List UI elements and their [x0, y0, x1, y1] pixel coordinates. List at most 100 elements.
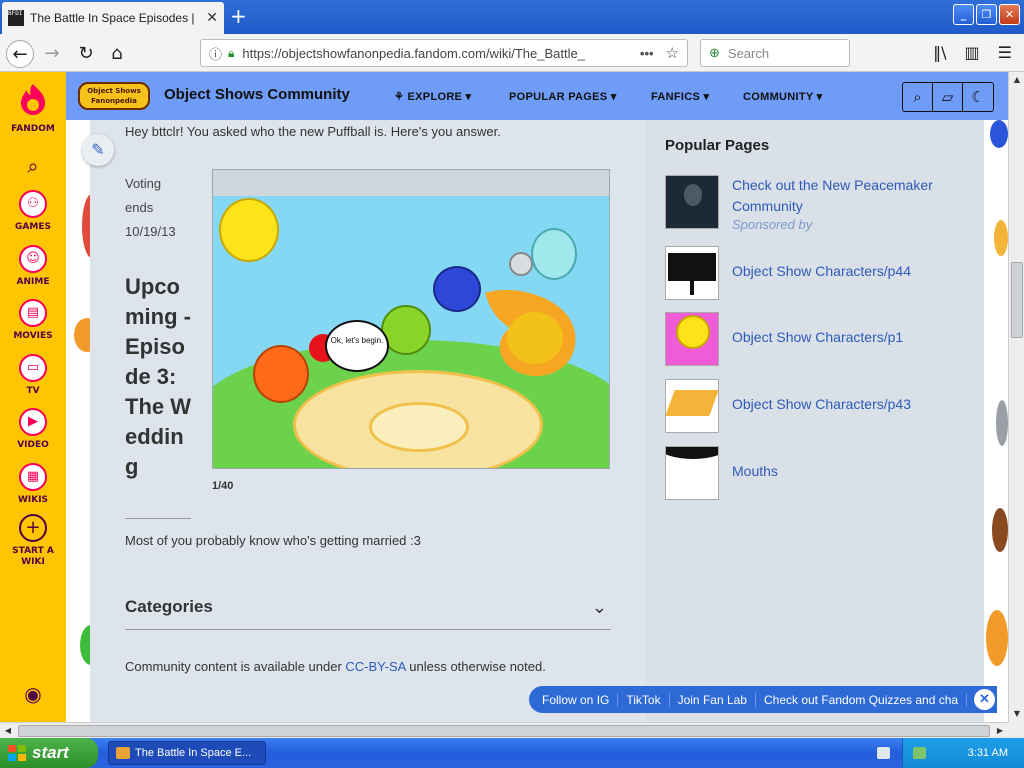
background-decoration — [994, 220, 1008, 256]
strip-link-fan-lab[interactable]: Join Fan Lab — [670, 692, 756, 707]
search-icon[interactable]: ⌕ — [903, 83, 933, 111]
menu-icon[interactable]: ☰ — [998, 43, 1012, 62]
lock-icon: 🔒︎ — [228, 45, 235, 60]
popular-page-item[interactable]: Check out the New Peacemaker Community S… — [665, 175, 975, 232]
library-icon[interactable]: ‖\ — [933, 43, 946, 62]
wiki-header: Object Shows Fanonpedia Object Shows Com… — [66, 72, 1008, 120]
popular-page-item[interactable]: Object Show Characters/p43 — [665, 379, 975, 433]
vertical-scrollbar[interactable]: ▲ ▼ — [1008, 72, 1024, 722]
popular-page-link[interactable]: Object Show Characters/p43 — [732, 394, 972, 415]
popular-page-item[interactable]: Object Show Characters/p1 — [665, 312, 975, 366]
popular-page-link[interactable]: Check out the New Peacemaker Community — [732, 175, 972, 217]
sidebar-icon[interactable]: ▥ — [965, 43, 980, 62]
forward-button[interactable]: → — [38, 40, 66, 68]
maximize-button[interactable]: ❐ — [976, 4, 997, 25]
close-strip-icon[interactable]: ✕ — [974, 689, 995, 710]
character-orange-ball — [253, 345, 309, 403]
rail-user[interactable]: ◉ — [0, 682, 66, 706]
strip-link-follow-ig[interactable]: Follow on IG — [529, 692, 619, 707]
chevron-down-icon[interactable]: ⌄ — [592, 597, 607, 618]
windows-flag-icon — [8, 745, 26, 761]
user-icon: ◉ — [24, 682, 42, 706]
tab-title: The Battle In Space Episodes | Ob — [30, 11, 198, 25]
rail-item-wikis[interactable]: ▦ WIKIS — [0, 463, 66, 506]
video-icon: ▶ — [19, 408, 47, 436]
rail-item-anime[interactable]: ☺ ANIME — [0, 245, 66, 288]
voting-line: Voting — [125, 176, 162, 191]
new-tab-button[interactable]: + — [230, 6, 247, 26]
taskbar-window-button[interactable]: The Battle In Space E... — [108, 741, 266, 765]
rail-item-games[interactable]: ⚇ GAMES — [0, 190, 66, 233]
page-actions-icon[interactable]: ••• — [640, 46, 654, 61]
url-bar[interactable]: ⓘ 🔒︎ https://objectshowfanonpedia.fandom… — [200, 39, 688, 67]
voting-info: Voting ends 10/19/13 — [125, 172, 195, 244]
rail-item-label: VIDEO — [17, 440, 49, 450]
categories-section[interactable]: Categories ⌄ — [125, 597, 611, 630]
wiki-name[interactable]: Object Shows Community — [164, 86, 350, 103]
rail-item-label: MOVIES — [13, 331, 53, 341]
strip-link-quizzes[interactable]: Check out Fandom Quizzes and cha — [756, 692, 968, 707]
page-viewport: FANDOM ⌕ ⚇ GAMES ☺ ANIME ▤ MOVIES ▭ TV ▶… — [0, 72, 1008, 722]
fandom-logo[interactable]: FANDOM — [0, 82, 66, 135]
slideshow-image[interactable]: Ok, let's begin. — [212, 169, 610, 469]
license-link[interactable]: CC-BY-SA — [345, 659, 405, 674]
rail-item-tv[interactable]: ▭ TV — [0, 354, 66, 397]
plus-icon: + — [19, 514, 47, 542]
info-icon[interactable]: ⓘ — [209, 44, 222, 63]
dark-mode-icon[interactable]: ☾ — [963, 83, 993, 111]
popular-pages-title: Popular Pages — [665, 137, 770, 154]
wiki-nav-explore[interactable]: ⚘ EXPLORE ▾ — [394, 90, 471, 103]
wiki-logo[interactable]: Object Shows Fanonpedia — [78, 82, 150, 110]
windows-taskbar: start The Battle In Space E... 3:31 AM — [0, 738, 1024, 768]
edit-pencil-icon[interactable]: ✎ — [82, 134, 114, 166]
scroll-right-icon[interactable]: ▶ — [992, 723, 1008, 739]
system-tray: 3:31 AM — [877, 738, 1024, 768]
episode-title: Upcoming - Episode 3: The Wedding — [125, 274, 191, 479]
start-button[interactable]: start — [0, 738, 98, 768]
navigation-bar: ← → ↻ ⌂ ⓘ 🔒︎ https://objectshowfanonpedi… — [0, 34, 1024, 72]
gamepad-icon: ⚇ — [19, 190, 47, 218]
rail-search[interactable]: ⌕ — [0, 154, 66, 178]
scroll-corner — [1008, 722, 1024, 738]
scroll-left-icon[interactable]: ◀ — [0, 723, 16, 739]
background-decoration — [990, 120, 1008, 148]
popular-page-item[interactable]: Object Show Characters/p44 — [665, 246, 975, 300]
wiki-nav-community[interactable]: COMMUNITY ▾ — [743, 90, 823, 103]
minimize-button[interactable]: _ — [953, 4, 974, 25]
search-placeholder: Search — [727, 45, 770, 61]
strip-link-tiktok[interactable]: TikTok — [618, 692, 670, 707]
popular-page-link[interactable]: Mouths — [732, 461, 972, 482]
network-icon[interactable] — [913, 747, 926, 759]
rail-item-video[interactable]: ▶ VIDEO — [0, 408, 66, 451]
tab-close-icon[interactable]: ✕ — [206, 10, 218, 26]
browser-tab[interactable]: BFDI The Battle In Space Episodes | Ob ✕ — [2, 2, 224, 34]
character-grey-ball — [509, 252, 533, 276]
scroll-up-icon[interactable]: ▲ — [1009, 72, 1024, 88]
rail-item-label: WIKIS — [17, 495, 49, 505]
home-button[interactable]: ⌂ — [103, 40, 131, 68]
rail-item-movies[interactable]: ▤ MOVIES — [0, 299, 66, 342]
explore-icon: ⚘ — [394, 91, 408, 103]
rail-item-start-wiki[interactable]: + START A WIKI — [0, 514, 66, 568]
close-window-button[interactable]: ✕ — [999, 4, 1020, 25]
wiki-nav-fanfics[interactable]: FANFICS ▾ — [651, 90, 709, 103]
slide-arena-center — [369, 402, 469, 452]
start-label: start — [32, 743, 69, 762]
vertical-scroll-thumb[interactable] — [1011, 262, 1023, 338]
wiki-nav-label: COMMUNITY — [743, 91, 814, 103]
browser-title-bar: BFDI The Battle In Space Episodes | Ob ✕… — [0, 0, 1024, 34]
popular-page-link[interactable]: Object Show Characters/p44 — [732, 261, 972, 282]
wiki-nav-popular-pages[interactable]: POPULAR PAGES ▾ — [509, 90, 617, 103]
rail-item-label: START A WIKI — [12, 546, 54, 567]
horizontal-scrollbar[interactable]: ◀ ▶ — [0, 722, 1008, 738]
search-input[interactable]: ⊕ Search — [700, 39, 850, 67]
scroll-down-icon[interactable]: ▼ — [1009, 706, 1024, 722]
keyboard-icon[interactable] — [877, 747, 890, 759]
horizontal-scroll-thumb[interactable] — [18, 725, 990, 737]
popular-page-link[interactable]: Object Show Characters/p1 — [732, 327, 972, 348]
bookmark-star-icon[interactable]: ☆ — [666, 44, 679, 62]
popular-page-item[interactable]: Mouths — [665, 446, 975, 500]
discussions-icon[interactable]: ▱ — [933, 83, 963, 111]
back-button[interactable]: ← — [6, 40, 34, 68]
reload-button[interactable]: ↻ — [72, 40, 100, 68]
